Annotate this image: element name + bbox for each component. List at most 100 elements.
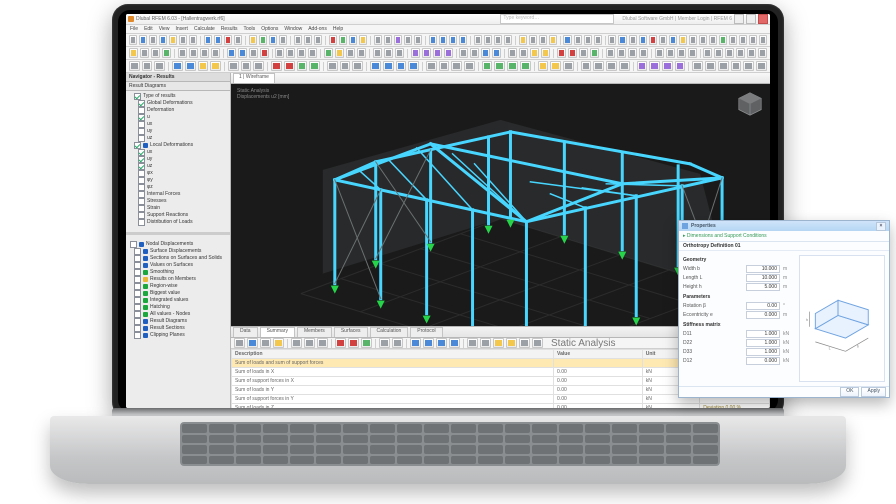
toolbar-button[interactable] [395,48,404,58]
checkbox[interactable] [134,248,141,255]
toolbar-button[interactable] [339,35,347,45]
toolbar-button[interactable] [314,35,322,45]
maximize-button[interactable] [746,14,756,24]
table-row[interactable]: Sum of loads in Z0.00kNDeviation 0.00 % [232,404,770,409]
tree-item[interactable]: φy [128,177,228,184]
toolbar-button[interactable] [549,35,557,45]
menu-view[interactable]: View [159,26,170,32]
field-input[interactable]: 10.000 [746,265,780,273]
toolbar-button[interactable] [574,35,582,45]
toolbar-button[interactable] [259,35,267,45]
results-tab-data[interactable]: Data [233,327,258,337]
tree-item[interactable]: Type of results [128,93,228,100]
toolbar-button[interactable] [253,61,264,71]
toolbar-button[interactable] [422,48,431,58]
tree-item[interactable]: Clipping Planes [128,332,228,339]
toolbar-button[interactable] [718,61,729,71]
checkbox[interactable] [134,290,141,297]
tree-item[interactable]: Stresses [128,198,228,205]
toolbar-button[interactable] [449,35,457,45]
tree-item[interactable]: Smoothing [128,269,228,276]
toolbar-button[interactable] [550,61,561,71]
results-tree[interactable]: Type of resultsGlobal DeformationsDeform… [126,91,230,228]
toolbar-button[interactable] [349,35,357,45]
tree-item[interactable]: Nodal Displacements [128,241,228,248]
toolbar-button[interactable] [758,48,767,58]
toolbar-button[interactable] [532,338,543,348]
toolbar-button[interactable] [291,338,302,348]
toolbar-button[interactable] [759,35,767,45]
toolbar-button[interactable] [568,48,577,58]
toolbar-button[interactable] [260,48,269,58]
toolbar-button[interactable] [234,35,242,45]
tree-item[interactable]: u [128,114,228,121]
toolbar-button[interactable] [736,48,745,58]
results-tab-members[interactable]: Members [297,327,332,337]
toolbar-button[interactable] [374,35,382,45]
toolbar-button[interactable] [139,35,147,45]
checkbox[interactable] [138,149,145,156]
toolbar-button[interactable] [617,48,626,58]
toolbar-button[interactable] [294,35,302,45]
toolbar-button[interactable] [169,35,177,45]
toolbar-button[interactable] [178,48,187,58]
field-input[interactable]: 0.000 [746,311,780,319]
toolbar-button[interactable] [249,48,258,58]
menu-window[interactable]: Window [284,26,302,32]
toolbar-button[interactable] [743,61,754,71]
toolbar-button[interactable] [408,61,419,71]
toolbar-button[interactable] [384,35,392,45]
toolbar-button[interactable] [348,338,359,348]
dialog-close-button[interactable]: × [876,222,886,231]
toolbar-button[interactable] [404,35,412,45]
checkbox[interactable] [138,114,145,121]
menu-insert[interactable]: Insert [175,26,188,32]
toolbar-button[interactable] [426,61,437,71]
checkbox[interactable] [138,198,145,205]
toolbar-button[interactable] [739,35,747,45]
toolbar-button[interactable] [260,338,271,348]
toolbar-button[interactable] [655,48,664,58]
menu-file[interactable]: File [130,26,138,32]
toolbar-button[interactable] [297,48,306,58]
dialog-apply-button[interactable]: Apply [861,387,886,397]
menu-add-ons[interactable]: Add-ons [308,26,327,32]
toolbar-row-3[interactable] [126,60,770,73]
field-input[interactable]: 1.000 [746,348,780,356]
checkbox[interactable] [134,283,141,290]
toolbar-button[interactable] [725,48,734,58]
toolbar-button[interactable] [692,61,703,71]
toolbar-button[interactable] [159,35,167,45]
minimize-button[interactable] [734,14,744,24]
dialog-ok-button[interactable]: OK [840,387,859,397]
toolbar-button[interactable] [492,48,501,58]
checkbox[interactable] [134,255,141,262]
toolbar-button[interactable] [659,35,667,45]
toolbar-button[interactable] [629,35,637,45]
toolbar-button[interactable] [210,61,221,71]
toolbar-button[interactable] [669,35,677,45]
toolbar-button[interactable] [493,338,504,348]
toolbar-button[interactable] [689,35,697,45]
toolbar-button[interactable] [308,48,317,58]
toolbar-button[interactable] [538,61,549,71]
toolbar-button[interactable] [731,61,742,71]
toolbar-button[interactable] [273,338,284,348]
tree-item[interactable]: uy [128,128,228,135]
navigator-title[interactable]: Navigator - Results [126,73,230,82]
toolbar-button[interactable] [756,61,767,71]
toolbar-button[interactable] [335,338,346,348]
tree-item[interactable]: Sections on Surfaces and Solids [128,255,228,262]
checkbox[interactable] [138,170,145,177]
tree-item[interactable]: Internal Forces [128,191,228,198]
checkbox[interactable] [134,332,141,339]
toolbar-button[interactable] [584,35,592,45]
checkbox[interactable] [138,128,145,135]
toolbar-button[interactable] [227,48,236,58]
toolbar-button[interactable] [433,48,442,58]
toolbar-button[interactable] [185,61,196,71]
toolbar-button[interactable] [304,338,315,348]
checkbox[interactable] [134,318,141,325]
toolbar-button[interactable] [729,35,737,45]
toolbar-button[interactable] [172,61,183,71]
